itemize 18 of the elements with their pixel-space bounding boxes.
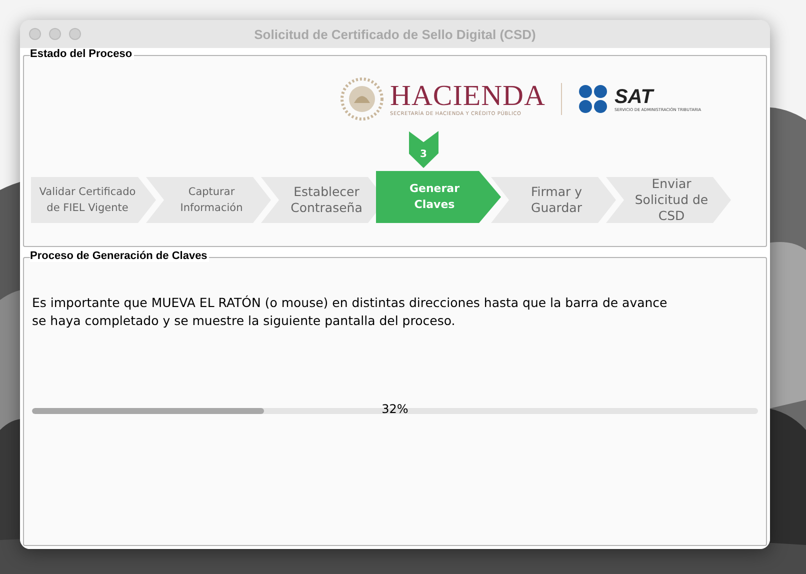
window-title: Solicitud de Certificado de Sello Digital (CSD) — [254, 26, 536, 42]
minimize-button[interactable] — [49, 28, 61, 40]
zoom-button[interactable] — [69, 28, 81, 40]
process-step: Capturar Información — [146, 177, 271, 223]
process-step: Enviar Solicitud de CSD — [606, 177, 731, 223]
close-button[interactable] — [29, 28, 41, 40]
progress-reading: 32% — [382, 402, 408, 416]
process-step: Generar Claves — [376, 171, 501, 223]
step-marker: 3 — [408, 131, 438, 168]
dots-icon — [578, 84, 608, 114]
logo-wordmark: HACIENDA — [390, 81, 546, 111]
panel-title: Estado del Proceso — [30, 48, 134, 60]
emblem-icon — [340, 77, 384, 121]
panel-title: Proceso de Generación de Claves — [30, 250, 210, 262]
logo-wordmark: SAT — [614, 86, 654, 106]
process-step: Firmar y Guardar — [491, 177, 616, 223]
process-step: Validar Certificado de FIEL Vigente — [31, 177, 156, 223]
instruction-text: Es importante que MUEVA EL RATÓN (o mouse) en distintas direcciones hasta que la barra de avance se haya completado y se muestre la siguiente pantalla del proceso. — [32, 294, 668, 330]
